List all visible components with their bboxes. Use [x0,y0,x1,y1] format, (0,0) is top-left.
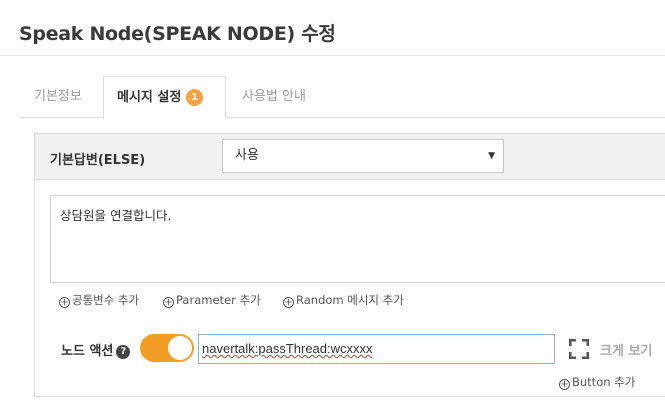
node-action-value: navertalk:passThread:wcxxxx [202,341,373,356]
message-text: 상담원을 연결합니다. [60,208,172,223]
tab-label: 메시지 설정 [117,90,182,105]
add-button-label: Button 추가 [572,375,636,389]
default-answer-label: 기본답변(ELSE) [50,153,146,168]
add-common-variable-button[interactable]: + 공통변수 추가 [59,292,139,308]
tab-basic-info[interactable]: 기본정보 [34,76,82,118]
plus-circle-icon: + [163,297,174,308]
message-panel: 기본답변(ELSE) 사용 ▼ 상담원을 연결합니다. + 공통변수 추가 + Pa… [34,133,665,397]
chevron-down-icon: ▼ [488,151,495,161]
plus-circle-icon: + [59,297,70,308]
page-title: Speak Node(SPEAK NODE) 수정 [19,23,336,45]
tab-label: 기본정보 [34,89,82,104]
add-random-message-label: Random 메시지 추가 [296,293,404,307]
add-button-button[interactable]: + Button 추가 [559,374,635,390]
tab-bar: 기본정보 메시지 설정 1 사용법 안내 [19,76,665,119]
plus-circle-icon: + [559,379,570,390]
node-action-label: 노드 액션? [61,340,131,359]
tab-badge: 1 [186,89,204,106]
use-select[interactable]: 사용 ▼ [222,139,504,173]
tab-label: 사용법 안내 [242,89,306,104]
add-parameter-label: Parameter 추가 [176,293,261,307]
toggle-knob [168,336,192,360]
add-common-variable-label: 공통변수 추가 [72,293,140,307]
tab-message-settings[interactable]: 메시지 설정 1 [103,76,226,119]
add-parameter-button[interactable]: + Parameter 추가 [163,292,261,308]
expand-button-label[interactable]: 크게 보기 [600,340,652,359]
title-divider [0,55,665,56]
panel-header: 기본답변(ELSE) 사용 ▼ [35,134,665,180]
help-icon[interactable]: ? [116,345,131,359]
node-action-input[interactable]: navertalk:passThread:wcxxxx [198,334,555,364]
tab-usage-guide[interactable]: 사용법 안내 [242,76,306,118]
expand-icon[interactable] [569,339,589,359]
plus-circle-icon: + [283,297,294,308]
select-value: 사용 [235,148,259,163]
node-action-toggle[interactable] [140,334,194,362]
message-textarea[interactable]: 상담원을 연결합니다. [50,195,665,283]
add-random-message-button[interactable]: + Random 메시지 추가 [283,292,404,308]
